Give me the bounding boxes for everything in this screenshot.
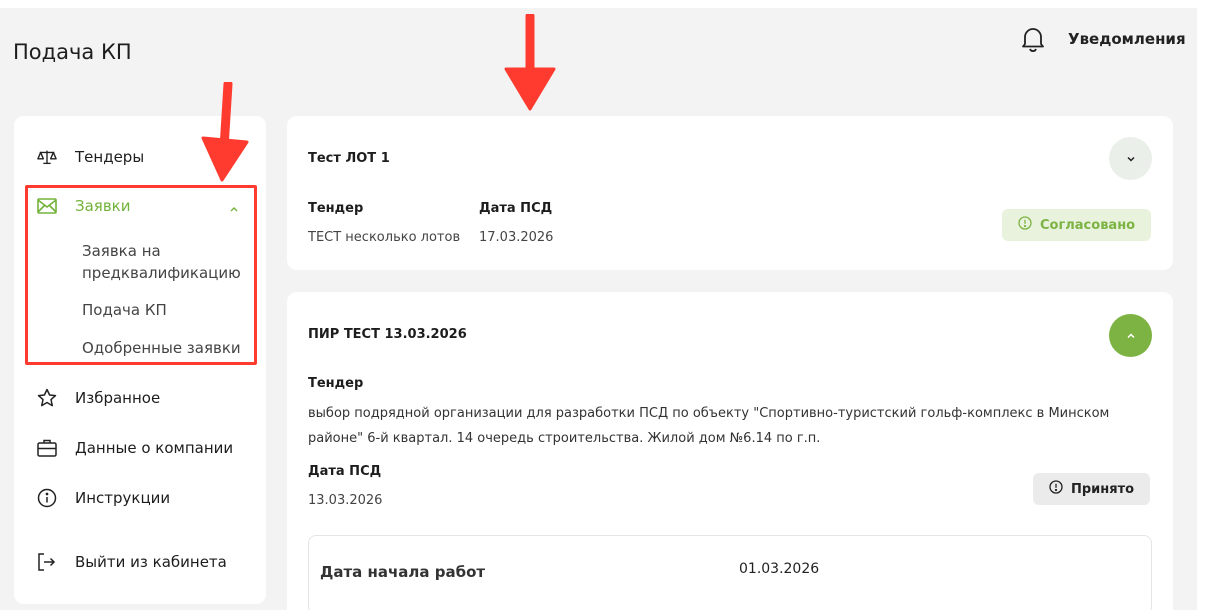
scales-icon: [37, 147, 57, 167]
status-badge: Согласовано: [1002, 209, 1152, 241]
tender-value: ТЕСТ несколько лотов: [308, 230, 461, 245]
sidebar-item-instructions[interactable]: Инструкции: [14, 482, 266, 514]
sidebar-item-company-data[interactable]: Данные о компании: [14, 432, 266, 464]
notifications-button[interactable]: Уведомления: [1020, 24, 1186, 54]
annotation-arrow: [201, 82, 249, 182]
sidebar-item-label: Инструкции: [75, 489, 171, 507]
psd-date-label: Дата ПСД: [479, 201, 553, 216]
chevron-up-icon: [1125, 326, 1137, 345]
start-date-value: 01.03.2026: [739, 561, 820, 577]
sidebar-item-label: Избранное: [75, 389, 161, 407]
status-badge: Принято: [1033, 473, 1151, 505]
status-text: Принято: [1071, 481, 1135, 497]
card-title: Тест ЛОТ 1: [308, 151, 390, 166]
info-circle-icon: [1049, 480, 1063, 498]
page-title: Подача КП: [13, 40, 132, 64]
application-card: Тест ЛОТ 1 Тендер ТЕСТ несколько лотов Д…: [287, 116, 1173, 270]
bell-icon: [1020, 25, 1046, 53]
sidebar-item-logout[interactable]: Выйти из кабинета: [14, 546, 266, 578]
sidebar-item-label: Тендеры: [75, 148, 145, 166]
annotation-highlight-box: [25, 185, 257, 365]
card-title: ПИР ТЕСТ 13.03.2026: [308, 327, 467, 342]
tender-value: выбор подрядной организации для разработ…: [308, 406, 1110, 446]
annotation-arrow: [504, 14, 556, 111]
sidebar-item-favorites[interactable]: Избранное: [14, 382, 266, 414]
notifications-label: Уведомления: [1068, 30, 1186, 48]
sidebar-item-label: Данные о компании: [75, 439, 234, 457]
tender-label: Тендер: [308, 201, 364, 216]
details-table: Дата начала работ 01.03.2026: [308, 535, 1152, 610]
psd-date-value: 13.03.2026: [308, 493, 383, 508]
info-circle-icon: [1018, 216, 1032, 234]
status-text: Согласовано: [1040, 217, 1136, 233]
application-card: ПИР ТЕСТ 13.03.2026 Тендер выбор подрядн…: [287, 292, 1173, 610]
star-icon: [37, 388, 57, 408]
sidebar-item-label: Выйти из кабинета: [75, 553, 227, 571]
expand-button[interactable]: [1109, 137, 1152, 180]
psd-date-value: 17.03.2026: [479, 230, 554, 245]
psd-date-label: Дата ПСД: [308, 464, 382, 479]
logout-icon: [37, 552, 57, 572]
info-icon: [37, 488, 57, 508]
tender-label: Тендер: [308, 376, 364, 391]
briefcase-icon: [37, 438, 57, 458]
chevron-down-icon: [1125, 149, 1137, 168]
collapse-button[interactable]: [1109, 314, 1152, 357]
start-date-label: Дата начала работ: [320, 563, 486, 581]
